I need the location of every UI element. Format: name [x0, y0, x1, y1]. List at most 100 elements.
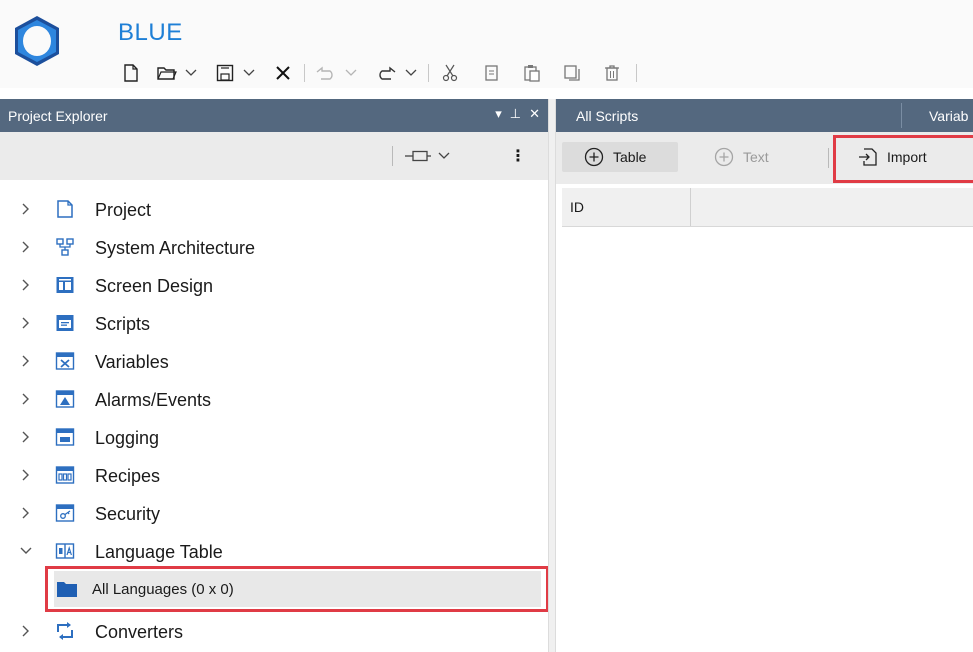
scripts-grid-body[interactable] — [562, 227, 973, 652]
column-header-id[interactable]: ID — [562, 188, 691, 226]
add-table-button[interactable]: Table — [562, 142, 678, 172]
add-text-button[interactable]: Text — [698, 142, 808, 172]
open-dropdown-chevron-icon[interactable] — [184, 58, 198, 88]
toolbar-separator — [428, 64, 429, 82]
chevron-right-icon[interactable] — [22, 355, 30, 367]
import-icon — [859, 148, 877, 166]
link-icon — [405, 150, 431, 162]
paste-icon[interactable] — [520, 58, 544, 88]
plus-circle-icon — [584, 147, 604, 167]
scripts-grid-header: ID — [562, 188, 973, 227]
redo-icon[interactable] — [374, 58, 398, 88]
chevron-right-icon[interactable] — [22, 279, 30, 291]
language-table-icon — [55, 543, 75, 559]
screen-design-icon — [56, 277, 74, 293]
pin-icon[interactable]: ⊥ — [510, 106, 521, 122]
panel-menu-dropdown-icon[interactable]: ▾ — [495, 106, 502, 122]
project-icon — [57, 200, 73, 218]
tree-item-label: Project — [95, 200, 152, 220]
import-button[interactable]: Import — [840, 142, 973, 172]
column-header-label: ID — [570, 199, 584, 215]
tree-item-recipes[interactable]: Recipes — [0, 457, 548, 493]
tab-all-scripts[interactable]: All Scripts — [576, 108, 638, 124]
tree-item-project[interactable]: Project — [0, 191, 548, 227]
tree-item-screen-design[interactable]: Screen Design — [0, 267, 548, 303]
chevron-right-icon[interactable] — [22, 393, 30, 405]
alarms-icon — [55, 390, 75, 408]
project-explorer-header: Project Explorer ▾ ⊥ ✕ — [0, 99, 548, 132]
scripts-icon — [56, 315, 74, 331]
tree-item-label: Recipes — [95, 466, 161, 486]
tree-item-security[interactable]: Security — [0, 495, 548, 531]
plus-circle-icon — [714, 147, 734, 167]
tree-item-label: Alarms/Events — [95, 390, 212, 410]
tree-item-label: Variables — [95, 352, 169, 372]
duplicate-icon[interactable] — [560, 58, 584, 88]
save-dropdown-chevron-icon[interactable] — [242, 58, 256, 88]
app-title: BLUE — [118, 19, 183, 46]
tree-item-language-table[interactable]: Language Table — [0, 533, 548, 569]
more-options-icon[interactable]: ⋮ — [510, 146, 526, 166]
new-file-icon[interactable] — [120, 58, 142, 88]
panel-close-icon[interactable]: ✕ — [529, 106, 540, 122]
open-folder-icon[interactable] — [156, 58, 178, 88]
toolbar-separator — [828, 148, 829, 168]
security-icon — [55, 504, 75, 522]
title-bar: BLUE — [0, 0, 973, 88]
tree-item-label: All Languages (0 x 0) — [92, 581, 234, 598]
project-explorer-toolbar: ⋮ — [0, 132, 548, 180]
tab-variables[interactable]: Variab — [929, 108, 968, 124]
toolbar-separator — [304, 64, 305, 82]
tree-item-label: Language Table — [95, 542, 223, 562]
panel-splitter[interactable] — [548, 99, 556, 652]
add-table-label: Table — [613, 149, 647, 165]
app-logo-icon — [10, 14, 64, 68]
chevron-right-icon[interactable] — [22, 625, 30, 637]
chevron-down-icon[interactable] — [20, 547, 32, 555]
import-label: Import — [887, 149, 927, 165]
save-icon[interactable] — [214, 58, 236, 88]
tab-separator — [901, 103, 902, 128]
tree-item-label: System Architecture — [95, 238, 256, 258]
chevron-down-icon — [438, 152, 450, 159]
system-architecture-icon — [56, 238, 74, 256]
close-project-icon[interactable] — [272, 58, 294, 88]
document-tabs: All Scripts Variab — [556, 99, 973, 132]
tree-item-converters[interactable]: Converters — [0, 613, 548, 649]
link-dropdown-button[interactable] — [404, 144, 450, 168]
project-tree: Project System Architecture Screen Desig… — [0, 180, 549, 652]
panel-controls: ▾ ⊥ ✕ — [495, 106, 540, 122]
undo-dropdown-chevron-icon[interactable] — [344, 58, 358, 88]
toolbar-separator — [636, 64, 637, 82]
tree-item-variables[interactable]: Variables — [0, 343, 548, 379]
project-explorer-title: Project Explorer — [8, 108, 108, 124]
converters-icon — [57, 622, 73, 640]
chevron-right-icon[interactable] — [22, 469, 30, 481]
logging-icon — [55, 428, 75, 446]
tree-item-label: Converters — [95, 622, 184, 642]
tree-item-label: Scripts — [95, 314, 151, 334]
folder-icon — [57, 582, 77, 597]
chevron-right-icon[interactable] — [22, 507, 30, 519]
undo-icon[interactable] — [314, 58, 338, 88]
chevron-right-icon[interactable] — [22, 431, 30, 443]
add-text-label: Text — [743, 149, 769, 165]
chevron-right-icon[interactable] — [22, 317, 30, 329]
copy-icon[interactable] — [480, 58, 504, 88]
tree-item-scripts[interactable]: Scripts — [0, 305, 548, 341]
redo-dropdown-chevron-icon[interactable] — [404, 58, 418, 88]
tree-item-alarms-events[interactable]: Alarms/Events — [0, 381, 548, 417]
delete-icon[interactable] — [600, 58, 624, 88]
chevron-right-icon[interactable] — [22, 241, 30, 253]
tree-item-all-languages[interactable]: All Languages (0 x 0) — [54, 571, 541, 607]
variables-icon — [55, 352, 75, 370]
tree-item-system-architecture[interactable]: System Architecture — [0, 229, 548, 265]
tree-item-label: Security — [95, 504, 161, 524]
cut-icon[interactable] — [438, 58, 462, 88]
main-toolbar — [112, 58, 973, 88]
tree-item-logging[interactable]: Logging — [0, 419, 548, 455]
tree-item-label: Logging — [95, 428, 160, 448]
tree-item-label: Screen Design — [95, 276, 214, 296]
chevron-right-icon[interactable] — [22, 203, 30, 215]
scripts-toolbar: Table Text Import — [556, 132, 973, 184]
